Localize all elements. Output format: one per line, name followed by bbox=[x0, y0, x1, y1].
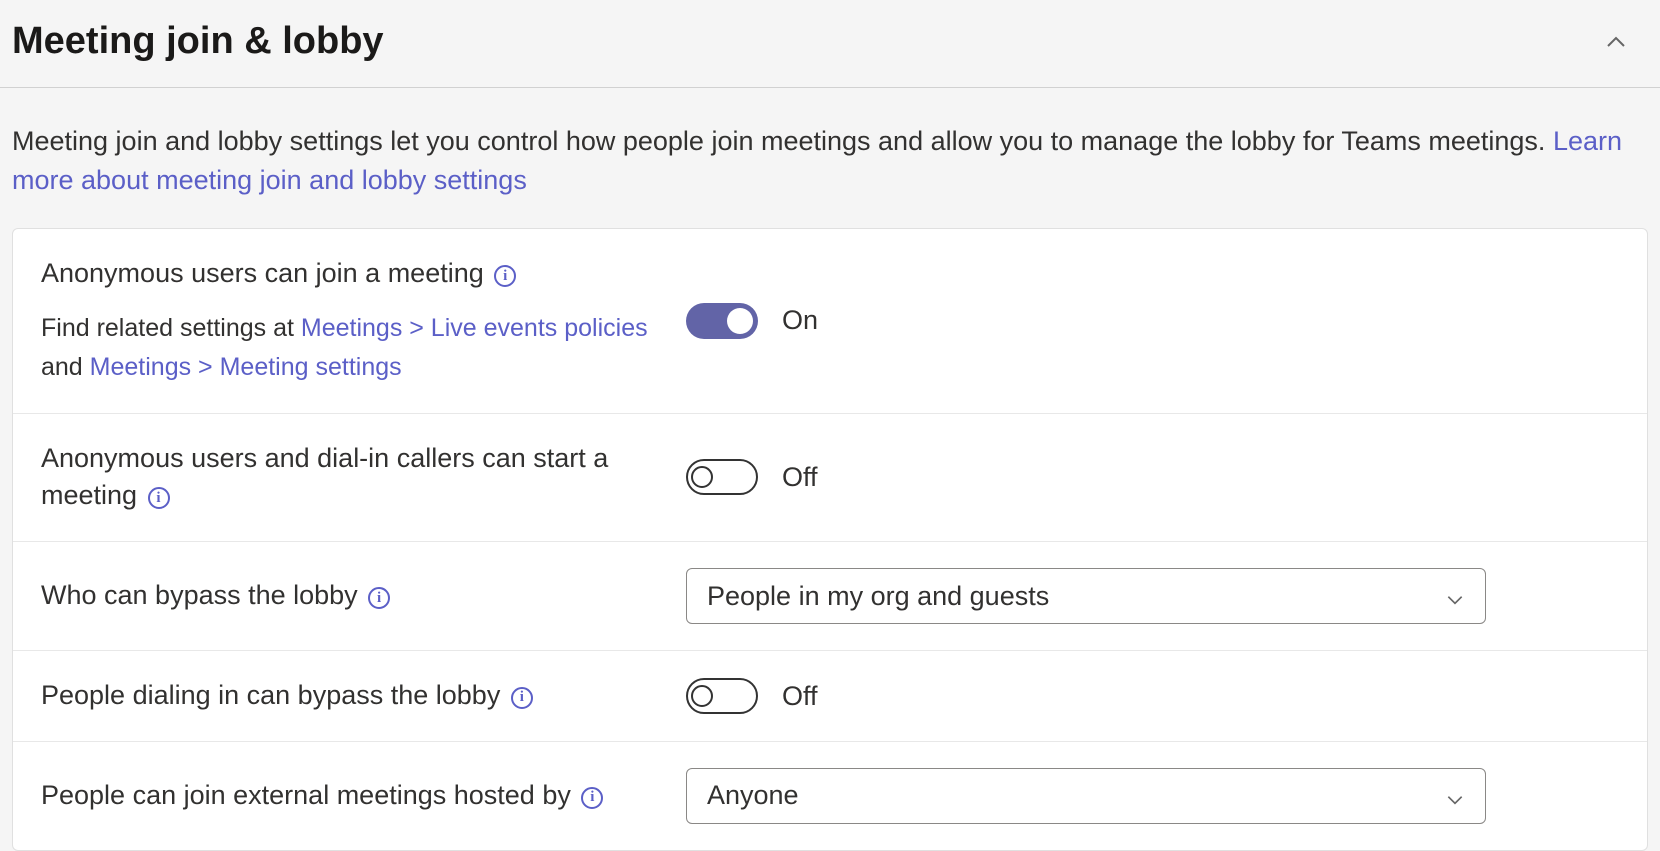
setting-label-col: People dialing in can bypass the lobby bbox=[41, 677, 686, 715]
dropdown-value: Anyone bbox=[707, 780, 799, 811]
section-header: Meeting join & lobby bbox=[0, 0, 1660, 88]
toggle-knob bbox=[691, 466, 713, 488]
anonymous-start-toggle[interactable]: Off bbox=[686, 459, 818, 495]
toggle-track bbox=[686, 678, 758, 714]
toggle-state-label: On bbox=[782, 305, 818, 336]
setting-row-anonymous-join: Anonymous users can join a meeting Find … bbox=[13, 229, 1647, 413]
setting-control-col: Off bbox=[686, 678, 1619, 714]
toggle-knob bbox=[727, 308, 753, 334]
setting-row-anonymous-start: Anonymous users and dial-in callers can … bbox=[13, 414, 1647, 543]
sublabel-prefix: Find related settings at bbox=[41, 314, 301, 342]
setting-label: People dialing in can bypass the lobby bbox=[41, 680, 500, 710]
live-events-policies-link[interactable]: Meetings > Live events policies bbox=[301, 314, 648, 342]
setting-label-col: Who can bypass the lobby bbox=[41, 577, 686, 615]
setting-label: Anonymous users can join a meeting bbox=[41, 258, 484, 288]
description-text: Meeting join and lobby settings let you … bbox=[12, 126, 1553, 156]
dropdown-value: People in my org and guests bbox=[707, 581, 1049, 612]
toggle-track bbox=[686, 303, 758, 339]
section-description: Meeting join and lobby settings let you … bbox=[0, 88, 1660, 228]
section-title: Meeting join & lobby bbox=[12, 20, 384, 63]
setting-row-external-hosted: People can join external meetings hosted… bbox=[13, 742, 1647, 850]
dialin-bypass-toggle[interactable]: Off bbox=[686, 678, 818, 714]
settings-card: Anonymous users can join a meeting Find … bbox=[12, 228, 1648, 851]
toggle-knob bbox=[691, 685, 713, 707]
setting-sublabel: Find related settings at Meetings > Live… bbox=[41, 309, 666, 387]
chevron-down-icon bbox=[1445, 586, 1465, 606]
info-icon[interactable] bbox=[494, 265, 516, 287]
setting-label: Who can bypass the lobby bbox=[41, 580, 358, 610]
meeting-settings-link[interactable]: Meetings > Meeting settings bbox=[90, 353, 402, 381]
toggle-track bbox=[686, 459, 758, 495]
external-hosted-dropdown[interactable]: Anyone bbox=[686, 768, 1486, 824]
chevron-up-icon[interactable] bbox=[1602, 28, 1630, 56]
info-icon[interactable] bbox=[148, 487, 170, 509]
setting-control-col: On bbox=[686, 303, 1619, 339]
setting-row-dialin-bypass: People dialing in can bypass the lobby O… bbox=[13, 651, 1647, 742]
setting-label: Anonymous users and dial-in callers can … bbox=[41, 443, 608, 511]
setting-row-bypass-lobby: Who can bypass the lobby People in my or… bbox=[13, 542, 1647, 651]
setting-control-col: People in my org and guests bbox=[686, 568, 1619, 624]
setting-label-col: Anonymous users and dial-in callers can … bbox=[41, 440, 686, 516]
setting-label-col: People can join external meetings hosted… bbox=[41, 777, 686, 815]
info-icon[interactable] bbox=[581, 787, 603, 809]
bypass-lobby-dropdown[interactable]: People in my org and guests bbox=[686, 568, 1486, 624]
anonymous-join-toggle[interactable]: On bbox=[686, 303, 818, 339]
setting-label-col: Anonymous users can join a meeting Find … bbox=[41, 255, 686, 386]
toggle-state-label: Off bbox=[782, 681, 818, 712]
info-icon[interactable] bbox=[368, 587, 390, 609]
setting-control-col: Anyone bbox=[686, 768, 1619, 824]
toggle-state-label: Off bbox=[782, 462, 818, 493]
setting-control-col: Off bbox=[686, 459, 1619, 495]
sublabel-mid: and bbox=[41, 353, 90, 381]
info-icon[interactable] bbox=[511, 687, 533, 709]
setting-label: People can join external meetings hosted… bbox=[41, 780, 571, 810]
